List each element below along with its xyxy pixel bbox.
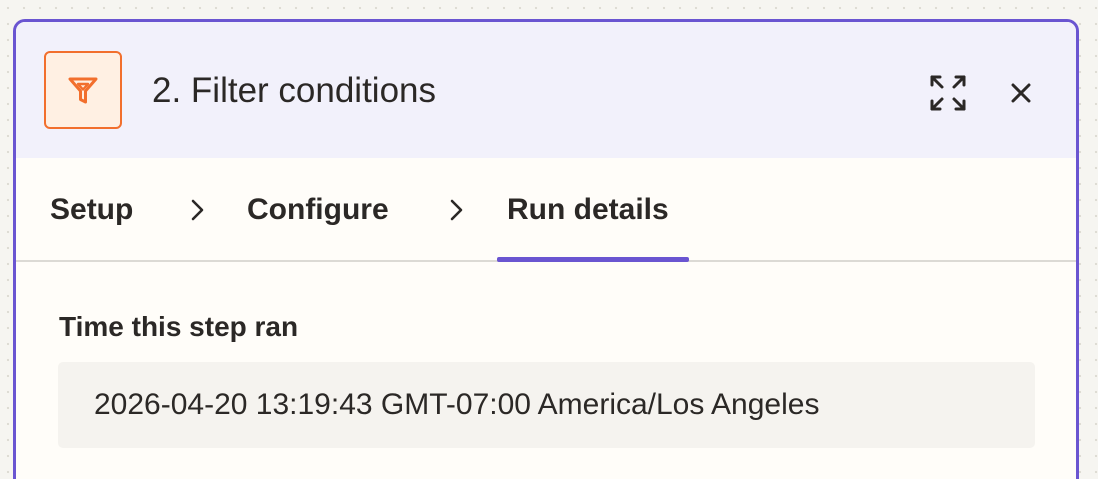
chevron-right-icon — [450, 199, 463, 221]
time-step-ran-label: Time this step ran — [59, 311, 299, 342]
panel-header: 2. Filter conditions — [16, 22, 1076, 158]
panel-title: 2. Filter conditions — [152, 71, 437, 110]
time-step-ran-value: 2026-04-20 13:19:43 GMT-07:00 America/Lo… — [94, 388, 820, 421]
close-button[interactable] — [1001, 73, 1041, 113]
chevron-right-icon — [191, 199, 204, 221]
step-tabs: Setup Configure Run details — [16, 158, 1076, 262]
expand-icon — [930, 75, 966, 111]
step-panel: 2. Filter conditions Setup Configure Run… — [13, 19, 1079, 479]
tab-configure[interactable]: Configure — [247, 192, 389, 228]
active-tab-indicator — [497, 257, 689, 262]
filter-app-icon — [44, 51, 122, 129]
time-step-ran-field: 2026-04-20 13:19:43 GMT-07:00 America/Lo… — [58, 362, 1035, 448]
filter-icon — [68, 77, 98, 104]
tab-setup[interactable]: Setup — [50, 192, 133, 228]
tab-run-details[interactable]: Run details — [507, 192, 669, 228]
close-icon — [1011, 83, 1031, 103]
expand-button[interactable] — [926, 71, 970, 115]
